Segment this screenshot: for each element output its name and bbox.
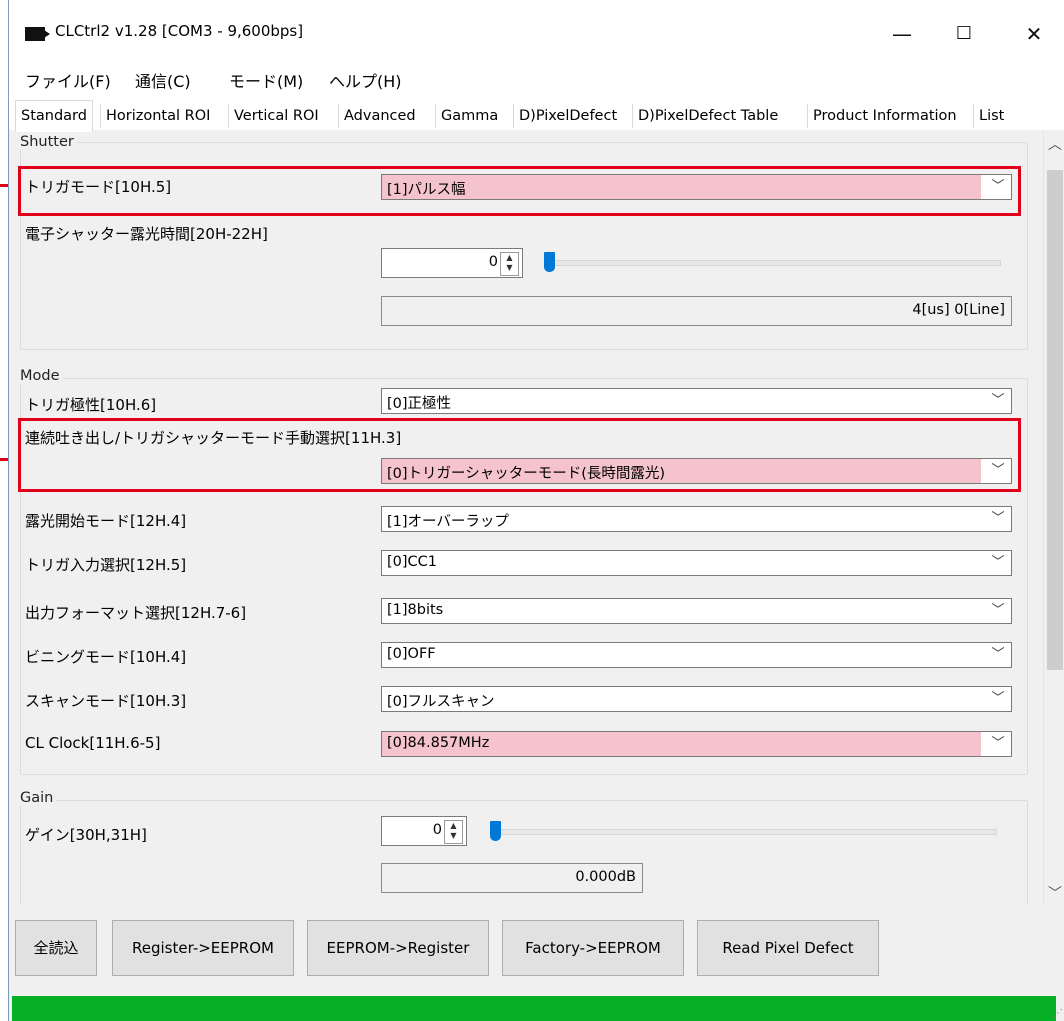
read-all-button[interactable]: 全読込 [15,920,97,976]
gain-readout-text: 0.000dB [575,869,636,885]
tab-pixel-defect-table[interactable]: D)PixelDefect Table [632,104,783,128]
exposure-spinner-value: 0 [488,254,498,270]
close-button[interactable]: ✕ [1011,14,1057,54]
trigger-input-label: トリガ入力選択[12H.5] [25,556,187,574]
chevron-up-icon[interactable]: ︿ [1048,134,1062,154]
exposure-start-mode-value: [1]オーバーラップ [387,514,509,530]
trigger-input-select[interactable]: [0]CC1 ﹀ [381,550,1012,576]
output-format-label: 出力フォーマット選択[12H.7-6] [25,604,247,622]
mode-group-title: Mode [17,368,63,384]
gain-readout: 0.000dB [381,863,643,893]
tab-gamma[interactable]: Gamma [435,104,503,128]
trigger-polarity-label: トリガ極性[10H.6] [25,396,157,414]
tab-product-information[interactable]: Product Information [807,104,962,128]
menu-file[interactable]: ファイル(F) [25,68,111,92]
menu-help[interactable]: ヘルプ(H) [329,68,402,92]
menu-communication[interactable]: 通信(C) [135,68,191,92]
binning-mode-select[interactable]: [0]OFF ﹀ [381,642,1012,668]
gain-group-title: Gain [17,790,57,806]
tab-standard[interactable]: Standard [15,100,93,132]
exposure-slider-thumb[interactable] [544,252,555,272]
tab-bar: Standard Horizontal ROI Vertical ROI Adv… [9,100,1064,132]
menu-bar: ファイル(F) 通信(C) モード(M) ヘルプ(H) [9,64,1064,94]
cl-clock-select[interactable]: [0]84.857MHz ﹀ [381,731,1012,757]
scrollbar-thumb[interactable] [1047,170,1063,670]
binning-mode-value: [0]OFF [387,646,436,662]
binning-mode-label: ビニングモード[10H.4] [25,648,187,666]
standard-settings-panel: Shutter トリガモード[10H.5] [1]パルス幅 ﹀ 電子シャッター露… [9,130,1043,905]
factory-to-eeprom-button[interactable]: Factory->EEPROM [502,920,684,976]
cl-clock-value: [0]84.857MHz [387,735,490,751]
minimize-button[interactable]: — [879,14,925,54]
exposure-time-label: 電子シャッター露光時間[20H-22H] [25,225,268,243]
cl-clock-label: CL Clock[11H.6-5] [25,734,161,752]
gain-slider-track[interactable] [495,829,997,835]
highlight-trigger-mode [18,166,1021,216]
trigger-polarity-select[interactable]: [0]正極性 ﹀ [381,388,1012,414]
vertical-scrollbar[interactable]: ︿ ﹀ [1043,130,1064,905]
exposure-slider-track[interactable] [549,260,1001,266]
chevron-down-icon: ﹀ [985,732,1011,756]
shutter-group-title: Shutter [17,134,77,150]
chevron-down-icon: ﹀ [985,389,1011,413]
tab-pixel-defect[interactable]: D)PixelDefect [513,104,622,128]
app-camera-icon [25,27,50,41]
chevron-down-icon: ﹀ [985,599,1011,623]
trigger-polarity-value: [0]正極性 [387,396,452,412]
exposure-readout-text: 4[us] 0[Line] [912,302,1005,318]
tab-advanced[interactable]: Advanced [338,104,421,128]
scan-mode-value: [0]フルスキャン [387,694,495,710]
chevron-down-icon: ﹀ [985,687,1011,711]
register-to-eeprom-button[interactable]: Register->EEPROM [112,920,294,976]
tab-horizontal-roi[interactable]: Horizontal ROI [100,104,215,128]
gain-slider-thumb[interactable] [490,821,501,841]
output-format-select[interactable]: [1]8bits ﹀ [381,598,1012,624]
window-title: CLCtrl2 v1.28 [COM3 - 9,600bps] [55,22,304,40]
scan-mode-select[interactable]: [0]フルスキャン ﹀ [381,686,1012,712]
chevron-down-icon: ﹀ [985,643,1011,667]
scan-mode-label: スキャンモード[10H.3] [25,692,187,710]
output-format-value: [1]8bits [387,602,444,618]
exposure-time-spinner[interactable]: 0 ▲ ▼ [381,248,523,278]
exposure-time-readout: 4[us] 0[Line] [381,296,1012,326]
gain-spinner-value: 0 [432,822,442,838]
resize-grip-icon[interactable]: ⋰ [1053,1008,1063,1019]
gain-label: ゲイン[30H,31H] [25,826,147,844]
chevron-down-icon: ﹀ [985,551,1011,575]
menu-mode[interactable]: モード(M) [229,68,303,92]
chevron-down-icon: ﹀ [985,507,1011,531]
exposure-start-mode-label: 露光開始モード[12H.4] [25,512,187,530]
app-window: CLCtrl2 v1.28 [COM3 - 9,600bps] — ☐ ✕ ファ… [8,0,1064,1021]
maximize-button[interactable]: ☐ [941,14,987,54]
progress-bar [12,996,1056,1021]
gain-spinner[interactable]: 0 ▲ ▼ [381,816,467,846]
tab-list[interactable]: List [973,104,1009,128]
chevron-down-icon[interactable]: ﹀ [1048,883,1062,903]
spinner-up-down-icon[interactable]: ▲ ▼ [500,252,519,276]
tab-vertical-roi[interactable]: Vertical ROI [228,104,324,128]
highlight-manual-mode [18,418,1021,492]
exposure-start-mode-select[interactable]: [1]オーバーラップ ﹀ [381,506,1012,532]
eeprom-to-register-button[interactable]: EEPROM->Register [307,920,489,976]
spinner-up-down-icon[interactable]: ▲ ▼ [444,820,463,844]
title-bar[interactable]: CLCtrl2 v1.28 [COM3 - 9,600bps] — ☐ ✕ [9,0,1064,64]
read-pixel-defect-button[interactable]: Read Pixel Defect [697,920,879,976]
trigger-input-value: [0]CC1 [387,554,438,570]
